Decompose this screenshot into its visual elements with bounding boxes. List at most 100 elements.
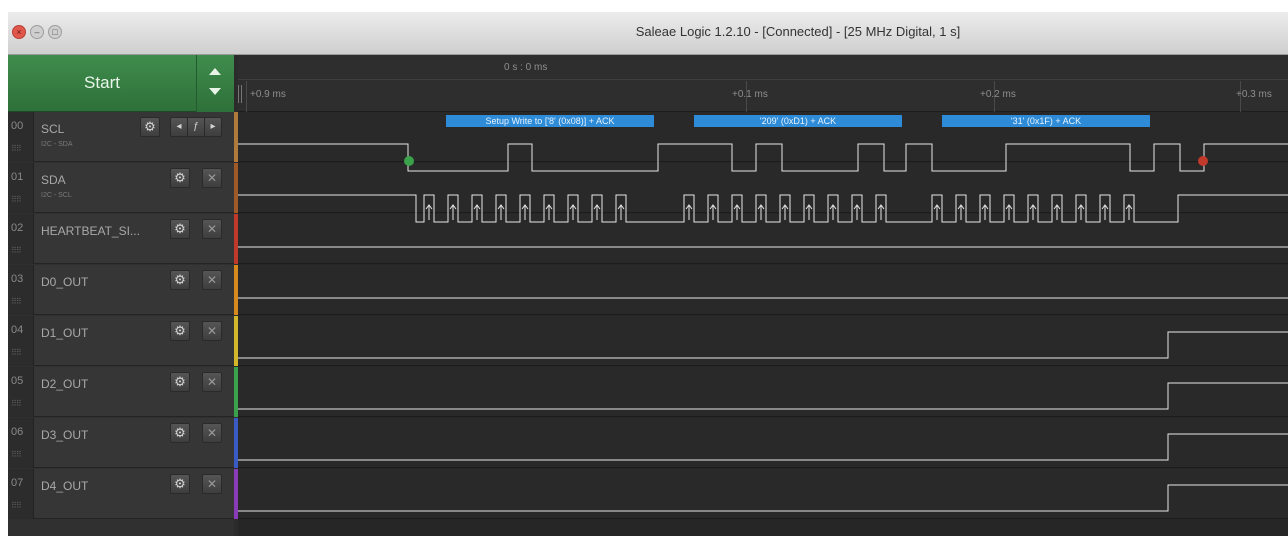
- title-bar: × – □ Saleae Logic 1.2.10 - [Connected] …: [8, 12, 1288, 55]
- grip-icon[interactable]: ⠿⠿: [11, 297, 22, 306]
- channel-number: 01: [11, 171, 24, 183]
- clock-edge-arrow: [569, 204, 577, 220]
- grip-icon[interactable]: ⠿⠿: [11, 450, 22, 459]
- clock-edge-arrow: [1005, 204, 1013, 220]
- start-marker[interactable]: [404, 156, 414, 166]
- channel-name[interactable]: HEARTBEAT_SI...: [41, 224, 140, 238]
- clock-edge-arrow: [853, 204, 861, 220]
- channel-name[interactable]: SDA: [41, 173, 66, 187]
- channel-number: 07: [11, 477, 24, 489]
- close-icon[interactable]: ✕: [202, 219, 222, 239]
- channel-name[interactable]: D1_OUT: [41, 326, 88, 340]
- stop-marker[interactable]: [1198, 156, 1208, 166]
- channel-row[interactable]: 05 ⠿⠿ D2_OUT ⚙ ✕: [8, 367, 234, 417]
- channel-color-strip: [234, 214, 238, 264]
- channel-name[interactable]: D2_OUT: [41, 377, 88, 391]
- gear-icon[interactable]: ⚙: [170, 219, 190, 239]
- close-icon[interactable]: ✕: [202, 168, 222, 188]
- channel-name[interactable]: D4_OUT: [41, 479, 88, 493]
- down-arrow-icon[interactable]: [209, 88, 221, 95]
- gear-icon[interactable]: ⚙: [170, 474, 190, 494]
- prev-edge-icon[interactable]: ◂: [171, 118, 188, 136]
- clock-edge-arrow: [1125, 204, 1133, 220]
- protocol-annotation[interactable]: Setup Write to ['8' (0x08)] + ACK: [446, 115, 654, 127]
- channel-row[interactable]: 01 ⠿⠿ SDA I2C - SCL ⚙ ✕: [8, 163, 234, 213]
- start-button[interactable]: Start: [8, 55, 196, 112]
- trigger-icon[interactable]: ƒ: [188, 118, 205, 136]
- waveform-area[interactable]: Setup Write to ['8' (0x08)] + ACK '209' (…: [238, 112, 1288, 536]
- scl-signal: [238, 143, 1288, 172]
- clock-edge-arrow: [545, 204, 553, 220]
- window-title: Saleae Logic 1.2.10 - [Connected] - [25 …: [635, 24, 961, 39]
- grip-icon[interactable]: ⠿⠿: [11, 195, 22, 204]
- clock-edge-arrow: [781, 204, 789, 220]
- ruler-tick-label: +0.1 ms: [732, 89, 768, 100]
- clock-edge-arrow: [829, 204, 837, 220]
- clock-edge-arrow: [1101, 204, 1109, 220]
- channel-color-strip: [234, 265, 238, 315]
- clock-edge-arrow: [497, 204, 505, 220]
- channel-number: 03: [11, 273, 24, 285]
- channel-row[interactable]: 02 ⠿⠿ HEARTBEAT_SI... ⚙ ✕: [8, 214, 234, 264]
- channel-number-cell: 02 ⠿⠿: [8, 214, 34, 264]
- channel-row[interactable]: 04 ⠿⠿ D1_OUT ⚙ ✕: [8, 316, 234, 366]
- ruler-zero-label: 0 s : 0 ms: [504, 62, 548, 73]
- grip-icon[interactable]: ⠿⠿: [11, 348, 22, 357]
- protocol-annotation[interactable]: '209' (0xD1) + ACK: [694, 115, 902, 127]
- start-options: [196, 55, 234, 112]
- channel-color-strip: [234, 316, 238, 366]
- channel-row[interactable]: 07 ⠿⠿ D4_OUT ⚙ ✕: [8, 469, 234, 519]
- clock-edge-arrow: [449, 204, 457, 220]
- channel-number-cell: 00 ⠿⠿: [8, 112, 34, 162]
- clock-edge-arrow: [685, 204, 693, 220]
- channel-analyzer-label: I2C - SCL: [41, 192, 72, 199]
- ruler-tick-label: +0.9 ms: [250, 89, 286, 100]
- grip-icon[interactable]: ⠿⠿: [11, 399, 22, 408]
- channel-name[interactable]: SCL: [41, 122, 64, 136]
- edge-navigation: ◂ ƒ ▸: [170, 117, 222, 137]
- close-icon[interactable]: ✕: [202, 423, 222, 443]
- close-icon[interactable]: ✕: [202, 372, 222, 392]
- channel-row[interactable]: 00 ⠿⠿ SCL I2C - SDA ⚙ ◂ ƒ ▸: [8, 112, 234, 162]
- grip-icon[interactable]: ⠿⠿: [11, 144, 22, 153]
- gear-icon[interactable]: ⚙: [170, 270, 190, 290]
- close-icon[interactable]: ✕: [202, 321, 222, 341]
- ruler-handle[interactable]: [238, 85, 242, 103]
- close-icon[interactable]: ✕: [202, 270, 222, 290]
- clock-edge-arrow: [521, 204, 529, 220]
- channel-number-cell: 03 ⠿⠿: [8, 265, 34, 315]
- channel-row[interactable]: 03 ⠿⠿ D0_OUT ⚙ ✕: [8, 265, 234, 315]
- channel-color-strip: [234, 112, 238, 162]
- channel-color-strip: [234, 367, 238, 417]
- d3-signal: [238, 433, 1288, 461]
- ruler-tick: [246, 81, 247, 112]
- gear-icon[interactable]: ⚙: [140, 117, 160, 137]
- gear-icon[interactable]: ⚙: [170, 168, 190, 188]
- close-icon[interactable]: ✕: [202, 474, 222, 494]
- waveform-canvas: [238, 143, 1288, 512]
- grip-icon[interactable]: ⠿⠿: [11, 246, 22, 255]
- app-window: × – □ Saleae Logic 1.2.10 - [Connected] …: [8, 12, 1288, 536]
- channel-row[interactable]: 06 ⠿⠿ D3_OUT ⚙ ✕: [8, 418, 234, 468]
- channel-number-cell: 01 ⠿⠿: [8, 163, 34, 213]
- next-edge-icon[interactable]: ▸: [205, 118, 221, 136]
- gear-icon[interactable]: ⚙: [170, 321, 190, 341]
- gear-icon[interactable]: ⚙: [170, 372, 190, 392]
- ruler-tick-label: +0.2 ms: [980, 89, 1016, 100]
- clock-edge-arrow: [617, 204, 625, 220]
- ruler-header: 0 s : 0 ms: [238, 55, 1288, 80]
- channel-number-cell: 06 ⠿⠿: [8, 418, 34, 468]
- time-ruler[interactable]: 0 s : 0 ms +0.9 ms +0.1 ms +0.2 ms +0.3 ms: [238, 55, 1288, 112]
- gear-icon[interactable]: ⚙: [170, 423, 190, 443]
- channel-name[interactable]: D0_OUT: [41, 275, 88, 289]
- channel-name[interactable]: D3_OUT: [41, 428, 88, 442]
- clock-edge-arrow: [805, 204, 813, 220]
- clock-edge-arrow: [473, 204, 481, 220]
- channel-number: 00: [11, 120, 24, 132]
- protocol-annotation[interactable]: '31' (0x1F) + ACK: [942, 115, 1150, 127]
- channel-number: 06: [11, 426, 24, 438]
- up-arrow-icon[interactable]: [209, 68, 221, 75]
- grip-icon[interactable]: ⠿⠿: [11, 501, 22, 510]
- clock-edge-arrow: [877, 204, 885, 220]
- channel-analyzer-label: I2C - SDA: [41, 141, 73, 148]
